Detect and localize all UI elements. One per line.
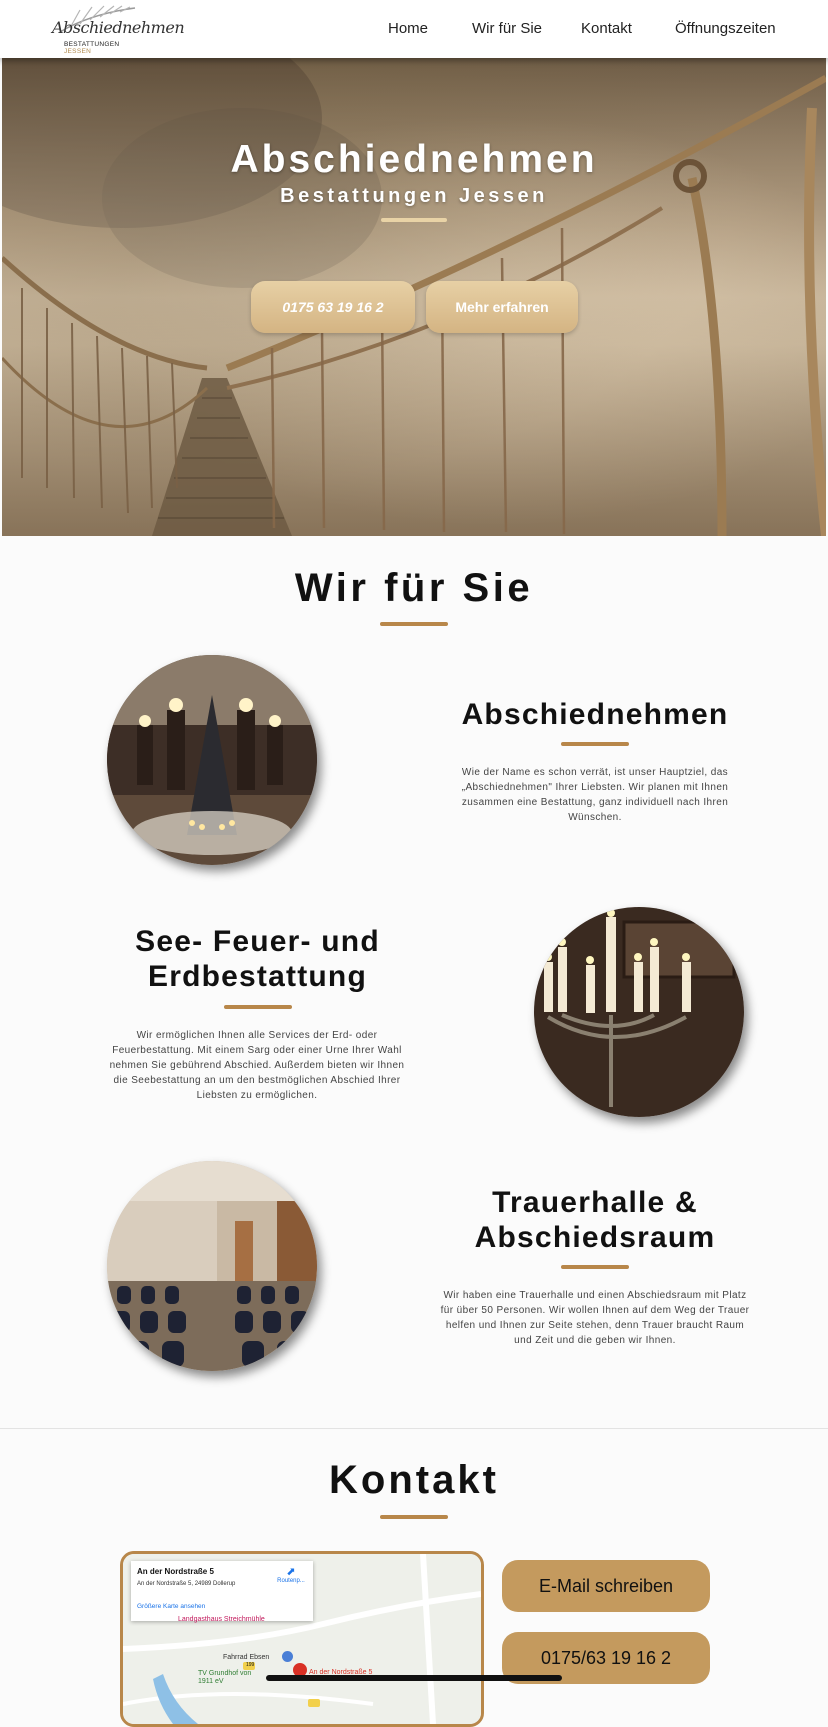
- map-larger-map-link[interactable]: Größere Karte ansehen: [137, 1603, 205, 1610]
- candelabra-image: [534, 907, 744, 1117]
- top-navigation: Abschiednehmen BESTATTUNGEN JESSEN Home …: [0, 0, 828, 58]
- service-text-trauerhalle: Wir haben eine Trauerhalle und einen Abs…: [440, 1290, 750, 1346]
- service-title-trauerhalle: Trauerhalle & Abschiedsraum: [474, 1186, 716, 1254]
- nav-link-kontakt[interactable]: Kontakt: [581, 20, 632, 37]
- map-bike-icon: [282, 1651, 293, 1662]
- map-address: An der Nordstraße 5, 24989 Dollerup: [137, 1581, 236, 1587]
- contact-title-underline: [380, 1515, 448, 1519]
- map-road-number: 199: [246, 1662, 255, 1668]
- hero-title: Abschiednehmen: [230, 138, 598, 181]
- hero-phone-button[interactable]: 0175 63 19 16 2: [251, 281, 415, 333]
- map-route-button[interactable]: ⬈ Routenp...: [271, 1566, 311, 1585]
- logo-subtitle: BESTATTUNGEN JESSEN: [64, 41, 120, 55]
- hero-divider: [381, 218, 447, 222]
- email-button[interactable]: E-Mail schreiben: [502, 1560, 710, 1612]
- memorial-candles-image: [107, 655, 317, 865]
- map-label-fahrrad-ebsen: Fahrrad Ebsen: [223, 1654, 270, 1661]
- map-info-card: An der Nordstraße 5 An der Nordstraße 5,…: [131, 1561, 313, 1621]
- service-text-abschiednehmen: Wie der Name es schon verrät, ist unser …: [461, 767, 729, 823]
- hero-more-button[interactable]: Mehr erfahren: [426, 281, 578, 333]
- service-text-bestattung: Wir ermöglichen Ihnen alle Services der …: [109, 1030, 405, 1101]
- logo-script-text: Abschiednehmen: [52, 18, 185, 37]
- map-place-name: An der Nordstraße 5: [137, 1567, 214, 1576]
- nav-link-home[interactable]: Home: [388, 20, 428, 37]
- map-label-streichmuehle: Landgasthaus Streichmühle: [178, 1616, 265, 1623]
- services-title-underline: [380, 622, 448, 626]
- home-indicator: [266, 1675, 562, 1681]
- service-title-abschiednehmen: Abschiednehmen: [461, 698, 729, 731]
- service-title-bestattung: See- Feuer- und Erdbestattung: [135, 925, 380, 993]
- hero-section: Abschiednehmen Bestattungen Jessen 0175 …: [2, 58, 826, 536]
- nav-link-wir-fuer-sie[interactable]: Wir für Sie: [472, 20, 542, 37]
- services-section-title: Wir für Sie: [294, 566, 534, 610]
- section-divider: [0, 1428, 828, 1429]
- hero-subtitle: Bestattungen Jessen: [280, 185, 548, 207]
- map-label-tv-grundhof: TV Grundhof von 1911 eV: [198, 1670, 252, 1685]
- contact-section-title: Kontakt: [329, 1458, 499, 1502]
- service-1-underline: [561, 742, 629, 746]
- service-3-underline: [561, 1265, 629, 1269]
- logo[interactable]: Abschiednehmen BESTATTUNGEN JESSEN: [50, 4, 185, 55]
- service-2-underline: [224, 1005, 292, 1009]
- mourning-hall-image: [107, 1161, 317, 1371]
- nav-link-oeffnungszeiten[interactable]: Öffnungszeiten: [675, 20, 776, 37]
- directions-icon: ⬈: [286, 1566, 296, 1578]
- google-map-embed[interactable]: An der Nordstraße 5 An der Nordstraße 5,…: [120, 1551, 484, 1727]
